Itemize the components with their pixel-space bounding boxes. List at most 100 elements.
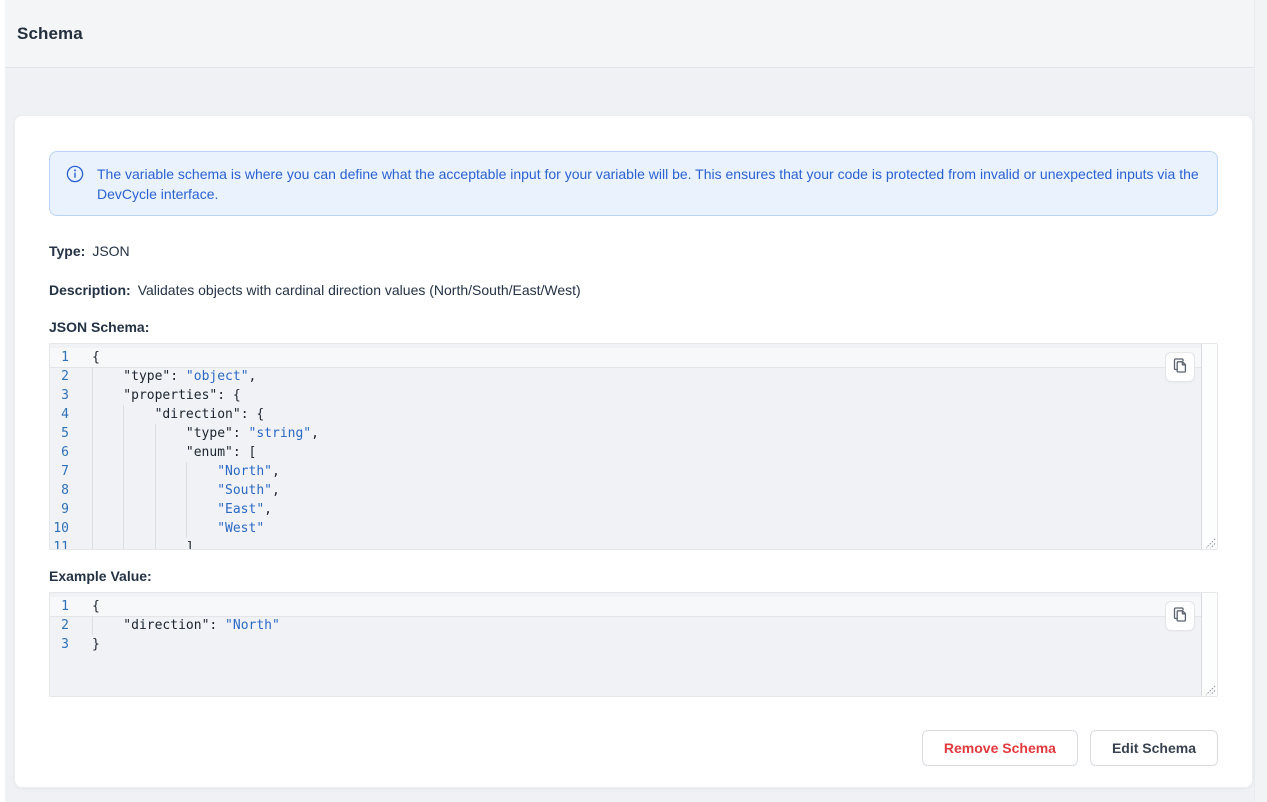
line-number: 3 <box>50 386 92 405</box>
indent-guide <box>92 443 123 462</box>
code-token: { <box>92 350 100 365</box>
indent-guide <box>155 500 186 519</box>
indent-guide <box>92 500 123 519</box>
code-line: 1{ <box>50 348 1217 367</box>
indent-guide <box>123 462 154 481</box>
code-token: , <box>272 464 280 479</box>
example-value-label-row: Example Value: <box>49 568 1218 584</box>
code-token: "type" <box>186 426 233 441</box>
code-token: , <box>311 426 319 441</box>
code-line: 7 "North", <box>50 462 1217 481</box>
example-value-label: Example Value: <box>49 568 152 584</box>
info-icon <box>66 165 84 188</box>
indent-guide <box>92 519 123 538</box>
indent-guide <box>92 405 123 424</box>
json-schema-code[interactable]: 1{2"type": "object",3"properties": {4"di… <box>50 344 1217 550</box>
info-alert-text: The variable schema is where you can def… <box>97 163 1201 204</box>
copy-icon <box>1172 606 1188 626</box>
code-token: : <box>209 618 225 633</box>
indent-guide <box>155 481 186 500</box>
code-token: , <box>264 502 272 517</box>
code-token: "properties" <box>123 388 217 403</box>
code-line: 6"enum": [ <box>50 443 1217 462</box>
editor-scrollbar[interactable] <box>1201 593 1217 696</box>
right-scroll-gutter <box>1254 0 1267 802</box>
description-row: Description:Validates objects with cardi… <box>49 282 1218 298</box>
code-line: 8 "South", <box>50 481 1217 500</box>
indent-guide <box>155 424 186 443</box>
code-token: "direction" <box>155 407 241 422</box>
line-number: 5 <box>50 424 92 443</box>
copy-schema-button[interactable] <box>1165 352 1195 382</box>
indent-guide <box>123 481 154 500</box>
code-token: { <box>92 599 100 614</box>
code-line: 5 "type": "string", <box>50 424 1217 443</box>
indent-guide <box>155 462 186 481</box>
code-line: 4 "direction": { <box>50 405 1217 424</box>
type-value: JSON <box>92 243 129 259</box>
resize-grip-icon[interactable] <box>1204 536 1216 548</box>
schema-card: The variable schema is where you can def… <box>14 115 1253 788</box>
info-alert: The variable schema is where you can def… <box>49 151 1218 216</box>
indent-guide <box>155 443 186 462</box>
indent-guide <box>123 500 154 519</box>
indent-guide <box>92 538 123 550</box>
line-number: 1 <box>50 348 92 367</box>
code-token: "direction" <box>123 618 209 633</box>
indent-guide <box>92 481 123 500</box>
code-token-string: "North" <box>217 464 272 479</box>
type-row: Type: JSON <box>49 243 1218 259</box>
code-token: , <box>272 483 280 498</box>
json-schema-label-row: JSON Schema: <box>49 319 1218 335</box>
editor-scrollbar[interactable] <box>1201 344 1217 549</box>
line-number: 2 <box>50 616 92 635</box>
line-number: 3 <box>50 635 92 654</box>
code-token: : <box>170 369 186 384</box>
code-token-string: "object" <box>186 369 249 384</box>
indent-guide <box>123 538 154 550</box>
indent-guide <box>92 462 123 481</box>
page-header: Schema <box>5 0 1254 68</box>
indent-guide <box>186 462 217 481</box>
line-number: 8 <box>50 481 92 500</box>
code-token: , <box>249 369 257 384</box>
code-token: : <box>233 426 249 441</box>
code-token: ] <box>186 540 194 550</box>
line-number: 6 <box>50 443 92 462</box>
indent-guide <box>155 538 186 550</box>
code-token: "enum" <box>186 445 233 460</box>
json-schema-editor[interactable]: 1{2"type": "object",3"properties": {4"di… <box>49 343 1218 550</box>
resize-grip-icon[interactable] <box>1204 683 1216 695</box>
code-token-string: "West" <box>217 521 264 536</box>
line-number: 7 <box>50 462 92 481</box>
example-value-editor[interactable]: 1{2 "direction": "North" 3} <box>49 592 1218 697</box>
remove-schema-button[interactable]: Remove Schema <box>922 730 1078 766</box>
indent-guide <box>123 424 154 443</box>
code-line: 2"type": "object", <box>50 367 1217 386</box>
example-value-code[interactable]: 1{2 "direction": "North" 3} <box>50 593 1217 654</box>
code-line: 10 "West" <box>50 519 1217 538</box>
code-token: : { <box>217 388 240 403</box>
code-token-string: "East" <box>217 502 264 517</box>
json-schema-label: JSON Schema: <box>49 319 149 335</box>
copy-example-button[interactable] <box>1165 601 1195 631</box>
type-label: Type: <box>49 243 85 259</box>
code-token: } <box>92 637 100 652</box>
code-token-string: "string" <box>249 426 312 441</box>
copy-icon <box>1172 357 1188 377</box>
indent-guide <box>123 443 154 462</box>
code-token-string: "South" <box>217 483 272 498</box>
line-number: 10 <box>50 519 92 538</box>
line-number: 4 <box>50 405 92 424</box>
code-token: "type" <box>123 369 170 384</box>
code-line: 1{ <box>50 597 1217 616</box>
line-number: 9 <box>50 500 92 519</box>
action-buttons-row: Remove Schema Edit Schema <box>49 730 1218 766</box>
edit-schema-button[interactable]: Edit Schema <box>1090 730 1218 766</box>
page-title: Schema <box>17 24 83 44</box>
description-label: Description: <box>49 282 131 298</box>
code-token-string: "North" <box>225 618 280 633</box>
line-number: 11 <box>50 538 92 550</box>
code-token: : { <box>241 407 264 422</box>
indent-guide <box>123 519 154 538</box>
